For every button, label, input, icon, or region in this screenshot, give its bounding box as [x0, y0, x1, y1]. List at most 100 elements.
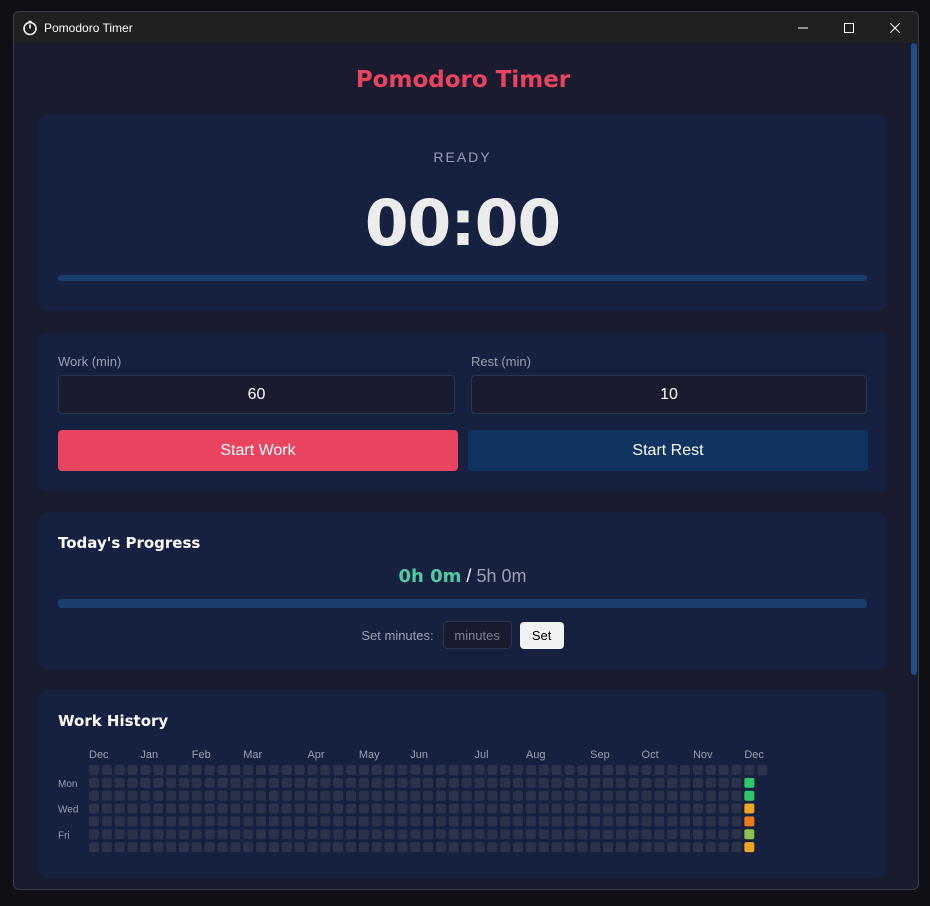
heatmap-cell[interactable] [101, 816, 112, 827]
heatmap-cell[interactable] [333, 803, 344, 814]
heatmap-cell[interactable] [410, 816, 421, 827]
heatmap-cell[interactable] [320, 803, 331, 814]
heatmap-cell[interactable] [281, 829, 292, 840]
heatmap-cell[interactable] [153, 829, 164, 840]
heatmap-cell[interactable] [435, 777, 446, 788]
heatmap-cell[interactable] [114, 816, 125, 827]
heatmap-cell[interactable] [628, 765, 639, 775]
heatmap-cell[interactable] [680, 829, 691, 840]
heatmap-cell[interactable] [346, 816, 356, 827]
heatmap-cell[interactable] [346, 777, 356, 788]
heatmap-cell[interactable] [474, 816, 485, 827]
heatmap-cell[interactable] [153, 765, 164, 775]
heatmap-cell[interactable] [333, 829, 344, 840]
heatmap-cell[interactable] [577, 777, 588, 788]
heatmap-cell[interactable] [410, 829, 421, 840]
heatmap-cell[interactable] [397, 842, 408, 853]
heatmap-cell[interactable] [705, 765, 716, 775]
heatmap-cell[interactable] [358, 842, 369, 853]
heatmap-cell[interactable] [423, 790, 434, 801]
heatmap-cell[interactable] [166, 829, 177, 840]
heatmap-cell[interactable] [114, 842, 125, 853]
heatmap-cell[interactable] [307, 803, 318, 814]
heatmap-cell[interactable] [513, 790, 524, 801]
heatmap-cell[interactable] [551, 803, 562, 814]
heatmap-cell[interactable] [191, 777, 202, 788]
heatmap-cell[interactable] [230, 765, 241, 775]
heatmap-cell[interactable] [320, 777, 331, 788]
heatmap-cell[interactable] [307, 842, 318, 853]
heatmap-cell[interactable] [178, 842, 189, 853]
heatmap-cell[interactable] [564, 777, 575, 788]
heatmap-cell[interactable] [564, 816, 575, 827]
heatmap-cell[interactable] [500, 842, 511, 853]
heatmap-cell[interactable] [423, 765, 434, 775]
heatmap-cell[interactable] [281, 777, 292, 788]
heatmap-cell[interactable] [166, 842, 177, 853]
heatmap-cell[interactable] [397, 803, 408, 814]
heatmap-cell[interactable] [410, 842, 421, 853]
heatmap-cell[interactable] [204, 829, 215, 840]
maximize-button[interactable] [826, 12, 872, 43]
heatmap-cell[interactable] [487, 829, 498, 840]
heatmap-cell[interactable] [474, 803, 485, 814]
heatmap-cell[interactable] [692, 829, 703, 840]
heatmap-cell[interactable] [114, 829, 125, 840]
heatmap-cell[interactable] [243, 842, 254, 853]
heatmap-cell[interactable] [217, 803, 228, 814]
heatmap-cell[interactable] [384, 765, 395, 775]
heatmap-cell[interactable] [320, 829, 331, 840]
heatmap-cell[interactable] [525, 816, 536, 827]
heatmap-cell[interactable] [744, 816, 755, 827]
heatmap-cell[interactable] [307, 816, 318, 827]
heatmap-cell[interactable] [692, 765, 703, 775]
heatmap-cell[interactable] [474, 842, 485, 853]
heatmap-cell[interactable] [474, 765, 485, 775]
heatmap-cell[interactable] [217, 829, 228, 840]
heatmap-cell[interactable] [384, 816, 395, 827]
heatmap-cell[interactable] [281, 842, 292, 853]
heatmap-cell[interactable] [166, 816, 177, 827]
heatmap-cell[interactable] [230, 803, 241, 814]
heatmap-cell[interactable] [731, 816, 742, 827]
heatmap-cell[interactable] [346, 790, 356, 801]
heatmap-cell[interactable] [448, 842, 459, 853]
heatmap-cell[interactable] [101, 842, 112, 853]
heatmap-cell[interactable] [667, 790, 678, 801]
start-rest-button[interactable]: Start Rest [468, 430, 868, 471]
heatmap-cell[interactable] [166, 765, 177, 775]
heatmap-cell[interactable] [551, 829, 562, 840]
heatmap-cell[interactable] [692, 803, 703, 814]
heatmap-cell[interactable] [89, 816, 99, 827]
minutes-input[interactable] [442, 621, 512, 649]
heatmap-cell[interactable] [654, 816, 665, 827]
heatmap-cell[interactable] [615, 803, 626, 814]
heatmap-cell[interactable] [127, 803, 138, 814]
heatmap-cell[interactable] [346, 765, 356, 775]
heatmap-cell[interactable] [268, 829, 279, 840]
heatmap-cell[interactable] [667, 803, 678, 814]
heatmap-cell[interactable] [114, 777, 125, 788]
heatmap-cell[interactable] [384, 790, 395, 801]
heatmap-cell[interactable] [178, 803, 189, 814]
heatmap-cell[interactable] [718, 777, 729, 788]
heatmap-cell[interactable] [538, 765, 549, 775]
heatmap-cell[interactable] [538, 842, 549, 853]
heatmap-cell[interactable] [140, 842, 151, 853]
heatmap-cell[interactable] [423, 816, 434, 827]
heatmap-cell[interactable] [358, 765, 369, 775]
heatmap-cell[interactable] [294, 816, 305, 827]
heatmap-cell[interactable] [603, 790, 613, 801]
heatmap-cell[interactable] [294, 790, 305, 801]
heatmap-cell[interactable] [204, 842, 215, 853]
heatmap-cell[interactable] [243, 790, 254, 801]
heatmap-cell[interactable] [127, 765, 138, 775]
heatmap-cell[interactable] [204, 777, 215, 788]
heatmap-cell[interactable] [513, 829, 524, 840]
heatmap-cell[interactable] [294, 765, 305, 775]
heatmap-cell[interactable] [307, 777, 318, 788]
heatmap-cell[interactable] [590, 803, 601, 814]
heatmap-cell[interactable] [178, 816, 189, 827]
heatmap-cell[interactable] [127, 829, 138, 840]
heatmap-cell[interactable] [230, 790, 241, 801]
